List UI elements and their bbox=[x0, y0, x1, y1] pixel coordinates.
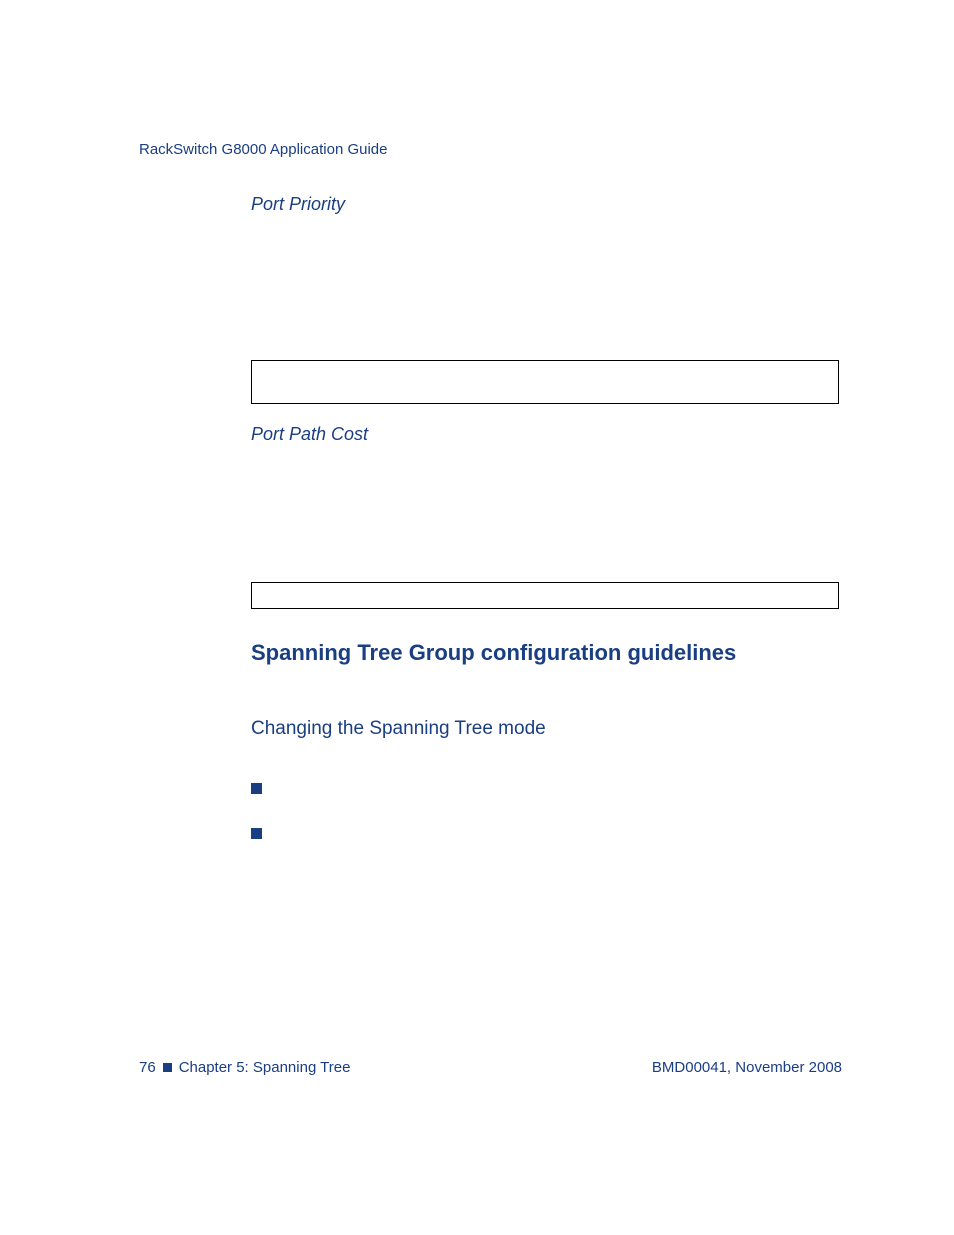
bullet-icon bbox=[251, 783, 262, 794]
document-page: RackSwitch G8000 Application Guide Port … bbox=[0, 0, 954, 1235]
code-box-2 bbox=[251, 582, 839, 609]
chapter-label: Chapter 5: Spanning Tree bbox=[179, 1059, 351, 1076]
subheading-changing-mode: Changing the Spanning Tree mode bbox=[251, 718, 546, 740]
bullet-icon bbox=[251, 828, 262, 839]
doc-id: BMD00041, November 2008 bbox=[652, 1059, 842, 1076]
page-footer: 76 Chapter 5: Spanning Tree BMD00041, No… bbox=[139, 1059, 842, 1076]
heading-spanning-tree-guidelines: Spanning Tree Group configuration guidel… bbox=[251, 640, 736, 666]
code-box-1 bbox=[251, 360, 839, 404]
square-icon bbox=[163, 1063, 172, 1072]
footer-left: 76 Chapter 5: Spanning Tree bbox=[139, 1059, 350, 1076]
section-title-port-path-cost: Port Path Cost bbox=[251, 424, 368, 445]
document-header: RackSwitch G8000 Application Guide bbox=[139, 141, 387, 158]
page-number: 76 bbox=[139, 1059, 156, 1076]
section-title-port-priority: Port Priority bbox=[251, 194, 345, 215]
